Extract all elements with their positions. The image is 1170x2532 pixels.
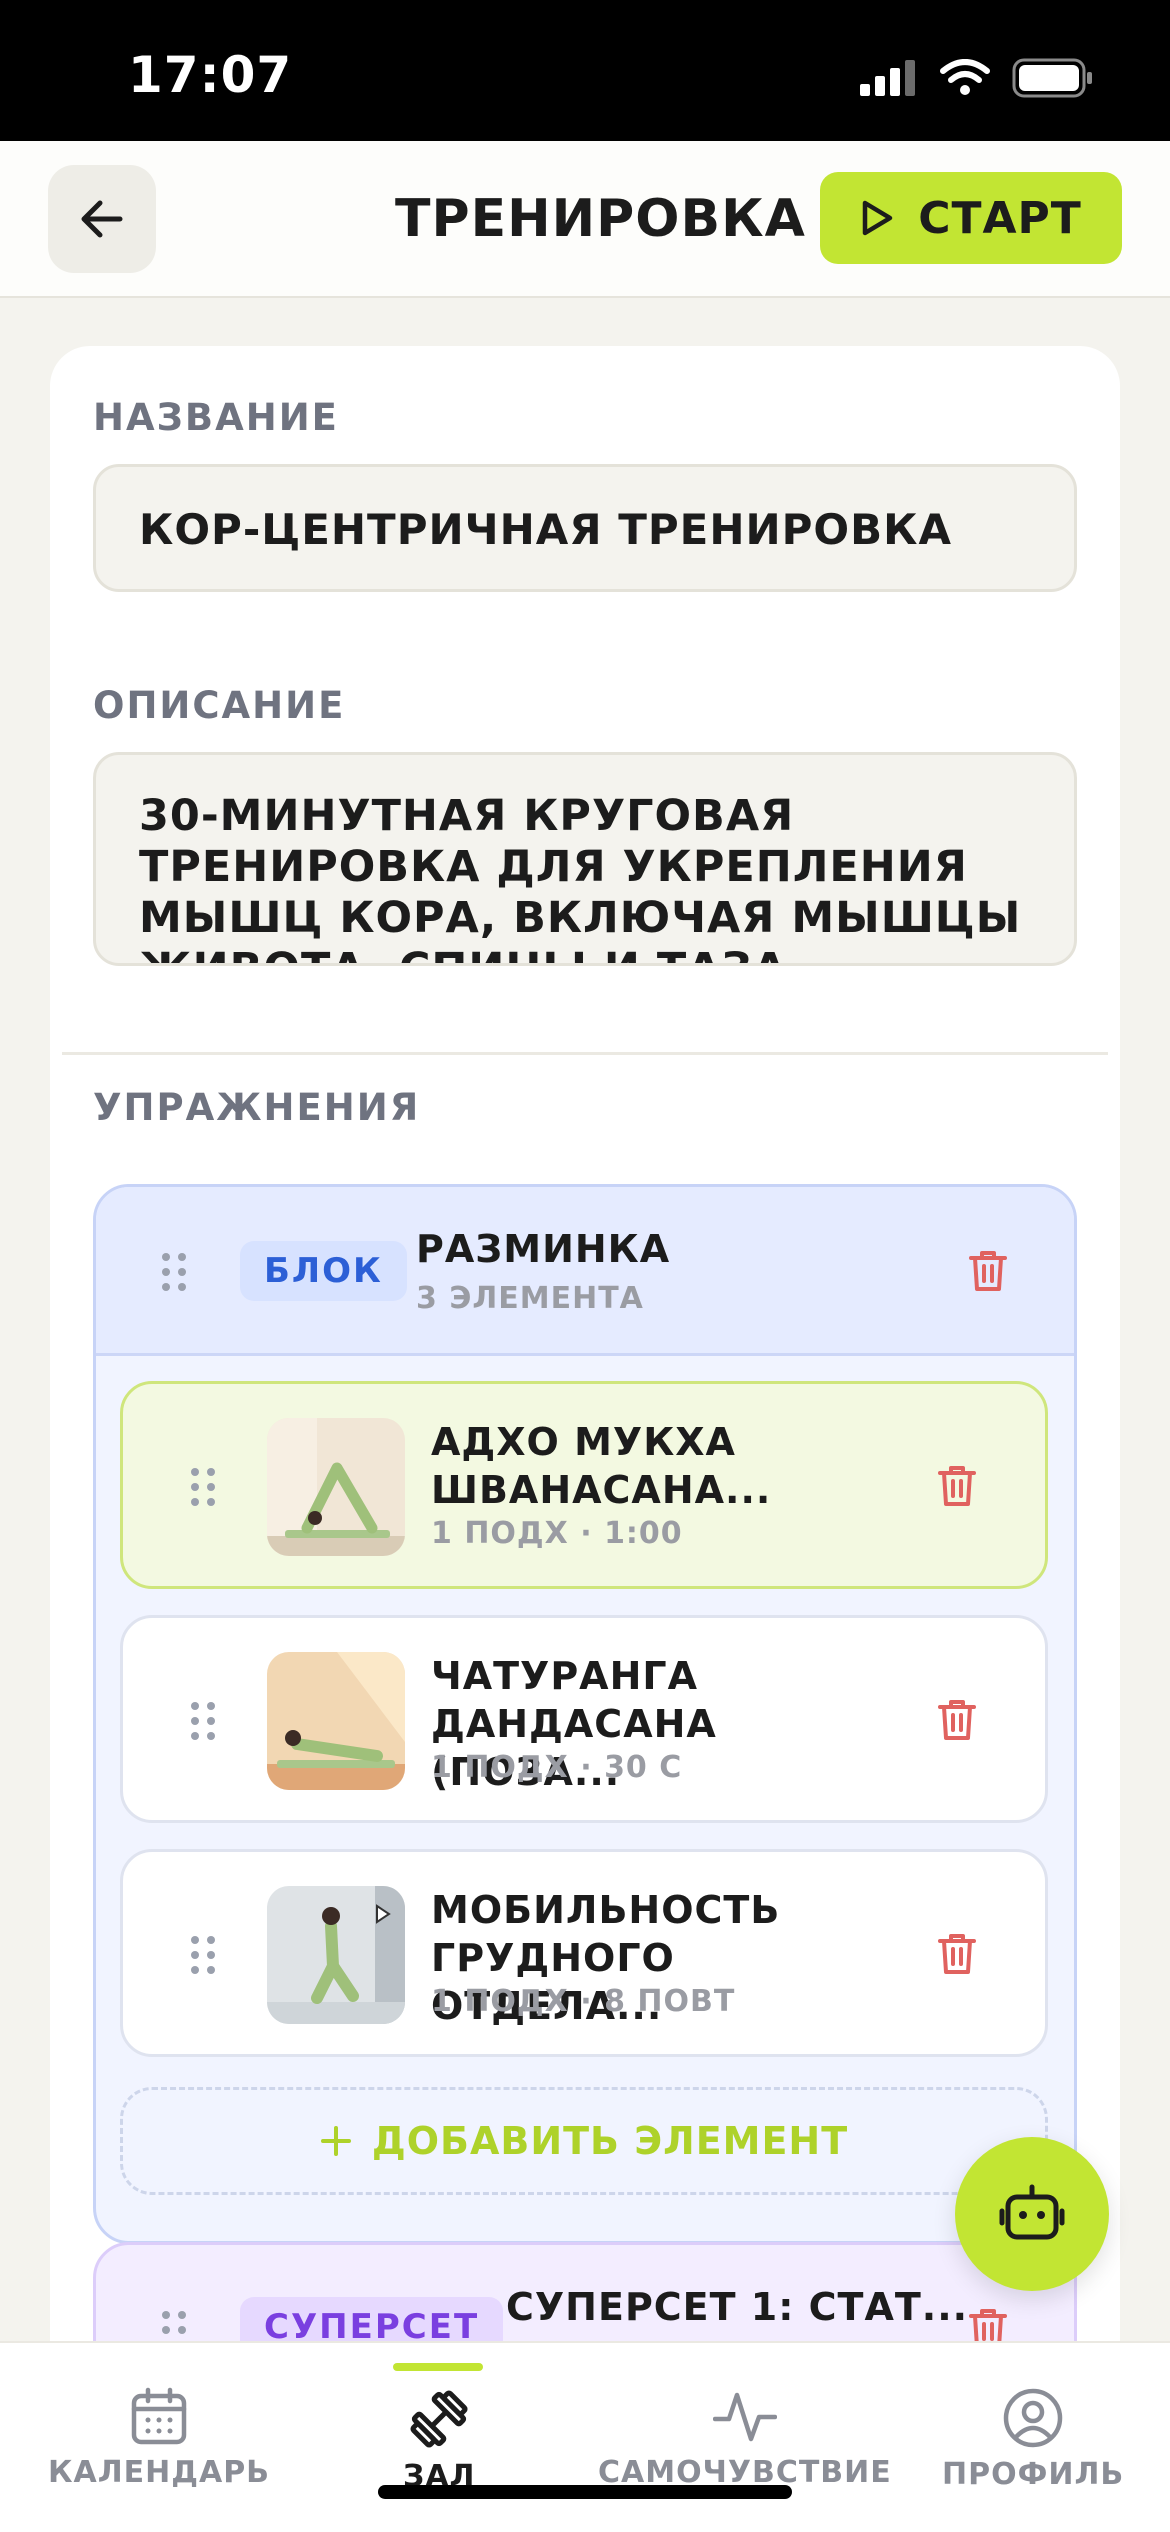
page-title: Тренировка xyxy=(395,189,806,249)
dumbbell-icon xyxy=(410,2390,468,2448)
block-header: Блок Разминка 3 элемента xyxy=(96,1187,1074,1356)
exercise-thumbnail xyxy=(267,1652,405,1790)
back-button[interactable] xyxy=(48,165,156,273)
tab-profile[interactable]: Профиль xyxy=(942,2387,1124,2492)
signal-icon xyxy=(860,60,915,96)
robot-icon xyxy=(999,2184,1065,2240)
exercise-thumbnail xyxy=(267,1886,405,2024)
user-circle-icon xyxy=(1003,2388,1063,2448)
active-tab-indicator xyxy=(393,2363,483,2371)
exercise-thumbnail xyxy=(267,1418,405,1556)
drag-handle-icon[interactable] xyxy=(191,1702,215,1740)
arrow-left-icon xyxy=(81,200,123,238)
divider xyxy=(62,1052,1108,1055)
top-app-bar: Тренировка Старт xyxy=(0,141,1170,298)
trash-icon[interactable] xyxy=(937,1698,977,1742)
tab-calendar[interactable]: Календарь xyxy=(48,2387,270,2490)
plus-icon xyxy=(320,2126,351,2156)
play-icon xyxy=(862,200,893,236)
description-field[interactable]: 30-минутная круговая тренировка для укре… xyxy=(93,752,1077,966)
start-button[interactable]: Старт xyxy=(820,172,1122,264)
exercise-block: Блок Разминка 3 элемента xyxy=(93,1184,1077,2244)
superset-title: Суперсет 1: Стат... xyxy=(506,2285,969,2329)
drag-handle-icon[interactable] xyxy=(191,1468,215,1506)
status-time: 17:07 xyxy=(128,46,293,104)
calendar-icon xyxy=(131,2387,187,2445)
ai-assistant-button[interactable] xyxy=(955,2137,1109,2291)
status-icons xyxy=(860,58,1094,98)
drag-handle-icon[interactable] xyxy=(191,1936,215,1974)
block-tag: Блок xyxy=(240,1241,407,1301)
start-button-label: Старт xyxy=(918,192,1082,244)
status-bar: 17:07 xyxy=(0,0,1170,141)
block-title: Разминка xyxy=(416,1227,671,1271)
tab-label: Профиль xyxy=(942,2457,1125,2492)
drag-handle-icon[interactable] xyxy=(162,1253,186,1291)
name-field[interactable]: Кор-центричная тренировка xyxy=(93,464,1077,592)
trash-icon[interactable] xyxy=(968,1249,1008,1293)
exercise-meta: 1 подх · 8 повт xyxy=(431,1984,736,2019)
home-indicator xyxy=(378,2485,792,2499)
tab-label: Календарь xyxy=(48,2455,271,2490)
trash-icon[interactable] xyxy=(937,1464,977,1508)
battery-icon xyxy=(1012,58,1092,98)
exercise-title: Адхо Мукха Шванасана... xyxy=(431,1420,772,1512)
tab-wellbeing[interactable]: Самочувствие xyxy=(598,2387,892,2490)
bottom-tab-bar: Календарь Зал Самочувствие Профиль xyxy=(0,2341,1170,2532)
add-element-label: Добавить элемент xyxy=(371,2119,849,2163)
exercise-meta: 1 подх · 1:00 xyxy=(431,1516,683,1551)
exercise-item[interactable]: Адхо Мукха Шванасана... 1 подх · 1:00 xyxy=(120,1381,1048,1589)
description-label: Описание xyxy=(93,684,346,727)
trash-icon[interactable] xyxy=(937,1932,977,1976)
pulse-icon xyxy=(712,2392,777,2442)
block-subtitle: 3 элемента xyxy=(416,1281,644,1316)
exercise-meta: 1 подх · 30 с xyxy=(431,1750,683,1785)
wifi-icon xyxy=(940,59,990,95)
exercise-item[interactable]: Мобильность грудного отдела... 1 подх · … xyxy=(120,1849,1048,2057)
add-element-button[interactable]: Добавить элемент xyxy=(120,2087,1048,2195)
exercises-label: Упражнения xyxy=(93,1086,421,1129)
exercise-item[interactable]: Чатуранга Дандасана (поза... 1 подх · 30… xyxy=(120,1615,1048,1823)
name-label: Название xyxy=(93,396,339,439)
tab-gym[interactable]: Зал xyxy=(403,2387,475,2494)
